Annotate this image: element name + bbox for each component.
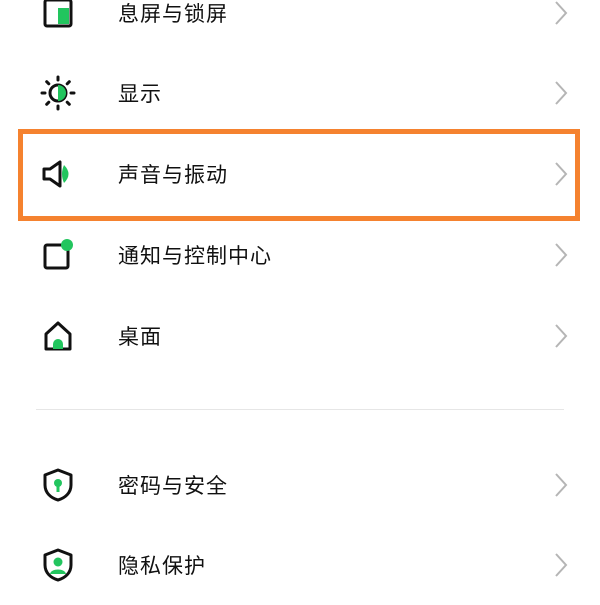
settings-item-label: 显示 (118, 82, 162, 106)
chevron-right-icon (555, 81, 568, 105)
section-divider (36, 409, 564, 410)
settings-item-lock-screen[interactable]: 息屏与锁屏 (0, 0, 600, 53)
settings-item-label: 密码与安全 (118, 474, 228, 498)
brightness-icon (38, 73, 78, 113)
settings-item-sound-vibration[interactable]: 声音与振动 (0, 134, 600, 214)
settings-item-label: 桌面 (118, 325, 162, 349)
chevron-right-icon (555, 162, 568, 186)
settings-item-label: 声音与振动 (118, 163, 228, 187)
settings-item-privacy[interactable]: 隐私保护 (0, 525, 600, 605)
settings-item-label: 息屏与锁屏 (118, 2, 228, 26)
speaker-icon (38, 154, 78, 194)
settings-item-password-security[interactable]: 密码与安全 (0, 445, 600, 525)
notification-icon (38, 235, 78, 275)
settings-item-display[interactable]: 显示 (0, 53, 600, 133)
chevron-right-icon (555, 243, 568, 267)
chevron-right-icon (555, 553, 568, 577)
privacy-icon (38, 545, 78, 585)
settings-item-desktop[interactable]: 桌面 (0, 296, 600, 376)
lock-screen-icon (38, 0, 78, 33)
chevron-right-icon (555, 324, 568, 348)
home-icon (38, 316, 78, 356)
chevron-right-icon (555, 473, 568, 497)
settings-item-notification-control[interactable]: 通知与控制中心 (0, 215, 600, 295)
chevron-right-icon (555, 1, 568, 25)
settings-item-label: 通知与控制中心 (118, 244, 272, 268)
shield-icon (38, 465, 78, 505)
